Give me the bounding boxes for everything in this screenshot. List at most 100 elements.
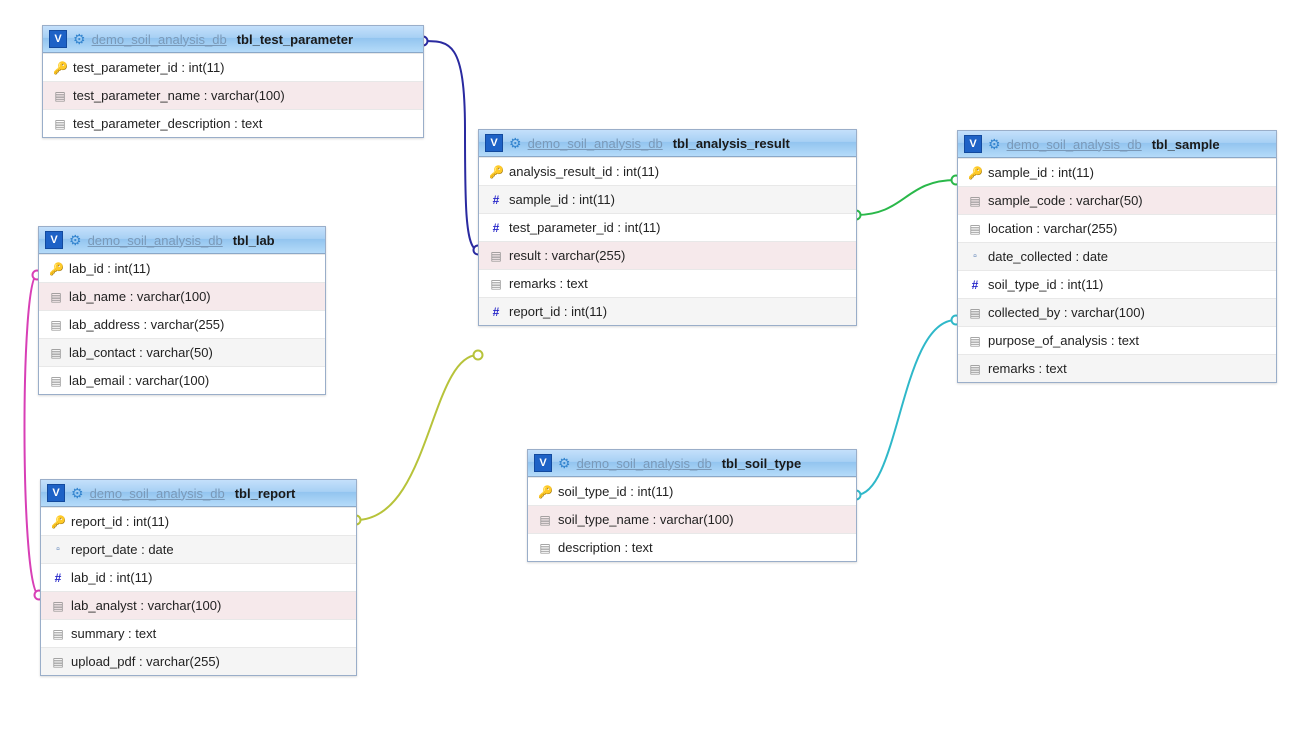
column-label: sample_id : int(11) [988, 165, 1094, 180]
column-row[interactable]: 🔑 sample_id : int(11) [958, 158, 1276, 186]
column-row[interactable]: ▤ result : varchar(255) [479, 241, 856, 269]
gear-icon[interactable]: ⚙ [69, 233, 82, 247]
column-row[interactable]: ▤ description : text [528, 533, 856, 561]
database-name[interactable]: demo_soil_analysis_db [528, 136, 663, 151]
column-row[interactable]: ▤ remarks : text [958, 354, 1276, 382]
column-row[interactable]: ▤ purpose_of_analysis : text [958, 326, 1276, 354]
gear-icon[interactable]: ⚙ [988, 137, 1001, 151]
relation-line [856, 320, 956, 495]
view-icon: V [964, 135, 982, 153]
relation-endpoint [474, 351, 483, 360]
database-name[interactable]: demo_soil_analysis_db [577, 456, 712, 471]
table-test_parameter[interactable]: V ⚙ demo_soil_analysis_db tbl_test_param… [42, 25, 424, 138]
column-row[interactable]: ▤ test_parameter_name : varchar(100) [43, 81, 423, 109]
column-row[interactable]: ▤ lab_address : varchar(255) [39, 310, 325, 338]
column-label: result : varchar(255) [509, 248, 625, 263]
column-row[interactable]: 🔑 analysis_result_id : int(11) [479, 157, 856, 185]
table-sample[interactable]: V ⚙ demo_soil_analysis_db tbl_sample 🔑 s… [957, 130, 1277, 383]
table-lab[interactable]: V ⚙ demo_soil_analysis_db tbl_lab 🔑 lab_… [38, 226, 326, 395]
database-name[interactable]: demo_soil_analysis_db [1007, 137, 1142, 152]
column-row[interactable]: ▤ lab_email : varchar(100) [39, 366, 325, 394]
table-name: tbl_lab [233, 233, 275, 248]
column-row[interactable]: ▤ lab_analyst : varchar(100) [41, 591, 356, 619]
column-row[interactable]: ▤ collected_by : varchar(100) [958, 298, 1276, 326]
column-label: collected_by : varchar(100) [988, 305, 1145, 320]
text-icon: ▤ [51, 628, 65, 640]
table-header[interactable]: V ⚙ demo_soil_analysis_db tbl_sample [958, 131, 1276, 158]
column-row[interactable]: # report_id : int(11) [479, 297, 856, 325]
column-row[interactable]: # test_parameter_id : int(11) [479, 213, 856, 241]
column-row[interactable]: ▤ summary : text [41, 619, 356, 647]
key-icon: 🔑 [489, 166, 503, 178]
column-label: test_parameter_id : int(11) [73, 60, 225, 75]
table-header[interactable]: V ⚙ demo_soil_analysis_db tbl_report [41, 480, 356, 507]
column-row[interactable]: 🔑 test_parameter_id : int(11) [43, 53, 423, 81]
text-icon: ▤ [53, 90, 67, 102]
text-icon: ▤ [53, 118, 67, 130]
text-icon: ▤ [968, 307, 982, 319]
column-row[interactable]: ▤ location : varchar(255) [958, 214, 1276, 242]
key-icon: 🔑 [51, 516, 65, 528]
gear-icon[interactable]: ⚙ [71, 486, 84, 500]
column-label: lab_address : varchar(255) [69, 317, 224, 332]
text-icon: ▤ [489, 250, 503, 262]
date-icon: ▫ [51, 545, 65, 555]
text-icon: ▤ [489, 278, 503, 290]
column-label: lab_id : int(11) [69, 261, 150, 276]
view-icon: V [47, 484, 65, 502]
view-icon: V [49, 30, 67, 48]
text-icon: ▤ [968, 195, 982, 207]
column-row[interactable]: ▤ soil_type_name : varchar(100) [528, 505, 856, 533]
view-icon: V [485, 134, 503, 152]
database-name[interactable]: demo_soil_analysis_db [92, 32, 227, 47]
column-label: sample_code : varchar(50) [988, 193, 1143, 208]
table-name: tbl_analysis_result [673, 136, 790, 151]
column-label: lab_name : varchar(100) [69, 289, 211, 304]
text-icon: ▤ [49, 319, 63, 331]
table-header[interactable]: V ⚙ demo_soil_analysis_db tbl_lab [39, 227, 325, 254]
table-report[interactable]: V ⚙ demo_soil_analysis_db tbl_report 🔑 r… [40, 479, 357, 676]
text-icon: ▤ [968, 335, 982, 347]
column-row[interactable]: ▤ upload_pdf : varchar(255) [41, 647, 356, 675]
gear-icon[interactable]: ⚙ [558, 456, 571, 470]
table-header[interactable]: V ⚙ demo_soil_analysis_db tbl_test_param… [43, 26, 423, 53]
column-label: upload_pdf : varchar(255) [71, 654, 220, 669]
fk-icon: # [968, 279, 982, 291]
table-header[interactable]: V ⚙ demo_soil_analysis_db tbl_soil_type [528, 450, 856, 477]
fk-icon: # [489, 306, 503, 318]
column-label: description : text [558, 540, 653, 555]
table-name: tbl_sample [1152, 137, 1220, 152]
table-header[interactable]: V ⚙ demo_soil_analysis_db tbl_analysis_r… [479, 130, 856, 157]
database-name[interactable]: demo_soil_analysis_db [88, 233, 223, 248]
text-icon: ▤ [968, 223, 982, 235]
table-soil_type[interactable]: V ⚙ demo_soil_analysis_db tbl_soil_type … [527, 449, 857, 562]
column-row[interactable]: ▤ sample_code : varchar(50) [958, 186, 1276, 214]
column-row[interactable]: ▤ lab_contact : varchar(50) [39, 338, 325, 366]
column-list: 🔑 test_parameter_id : int(11) ▤ test_par… [43, 53, 423, 137]
table-name: tbl_soil_type [722, 456, 801, 471]
column-label: test_parameter_description : text [73, 116, 262, 131]
gear-icon[interactable]: ⚙ [73, 32, 86, 46]
column-label: remarks : text [988, 361, 1067, 376]
text-icon: ▤ [49, 347, 63, 359]
column-row[interactable]: ▤ lab_name : varchar(100) [39, 282, 325, 310]
column-label: test_parameter_name : varchar(100) [73, 88, 285, 103]
column-row[interactable]: ▤ remarks : text [479, 269, 856, 297]
database-name[interactable]: demo_soil_analysis_db [90, 486, 225, 501]
gear-icon[interactable]: ⚙ [509, 136, 522, 150]
column-row[interactable]: 🔑 report_id : int(11) [41, 507, 356, 535]
column-label: date_collected : date [988, 249, 1108, 264]
column-row[interactable]: # sample_id : int(11) [479, 185, 856, 213]
column-row[interactable]: ▤ test_parameter_description : text [43, 109, 423, 137]
column-row[interactable]: ▫ report_date : date [41, 535, 356, 563]
column-label: summary : text [71, 626, 156, 641]
column-row[interactable]: 🔑 soil_type_id : int(11) [528, 477, 856, 505]
column-row[interactable]: # soil_type_id : int(11) [958, 270, 1276, 298]
column-row[interactable]: ▫ date_collected : date [958, 242, 1276, 270]
table-analysis_result[interactable]: V ⚙ demo_soil_analysis_db tbl_analysis_r… [478, 129, 857, 326]
column-row[interactable]: # lab_id : int(11) [41, 563, 356, 591]
column-row[interactable]: 🔑 lab_id : int(11) [39, 254, 325, 282]
column-label: lab_id : int(11) [71, 570, 152, 585]
text-icon: ▤ [538, 514, 552, 526]
column-label: test_parameter_id : int(11) [509, 220, 661, 235]
